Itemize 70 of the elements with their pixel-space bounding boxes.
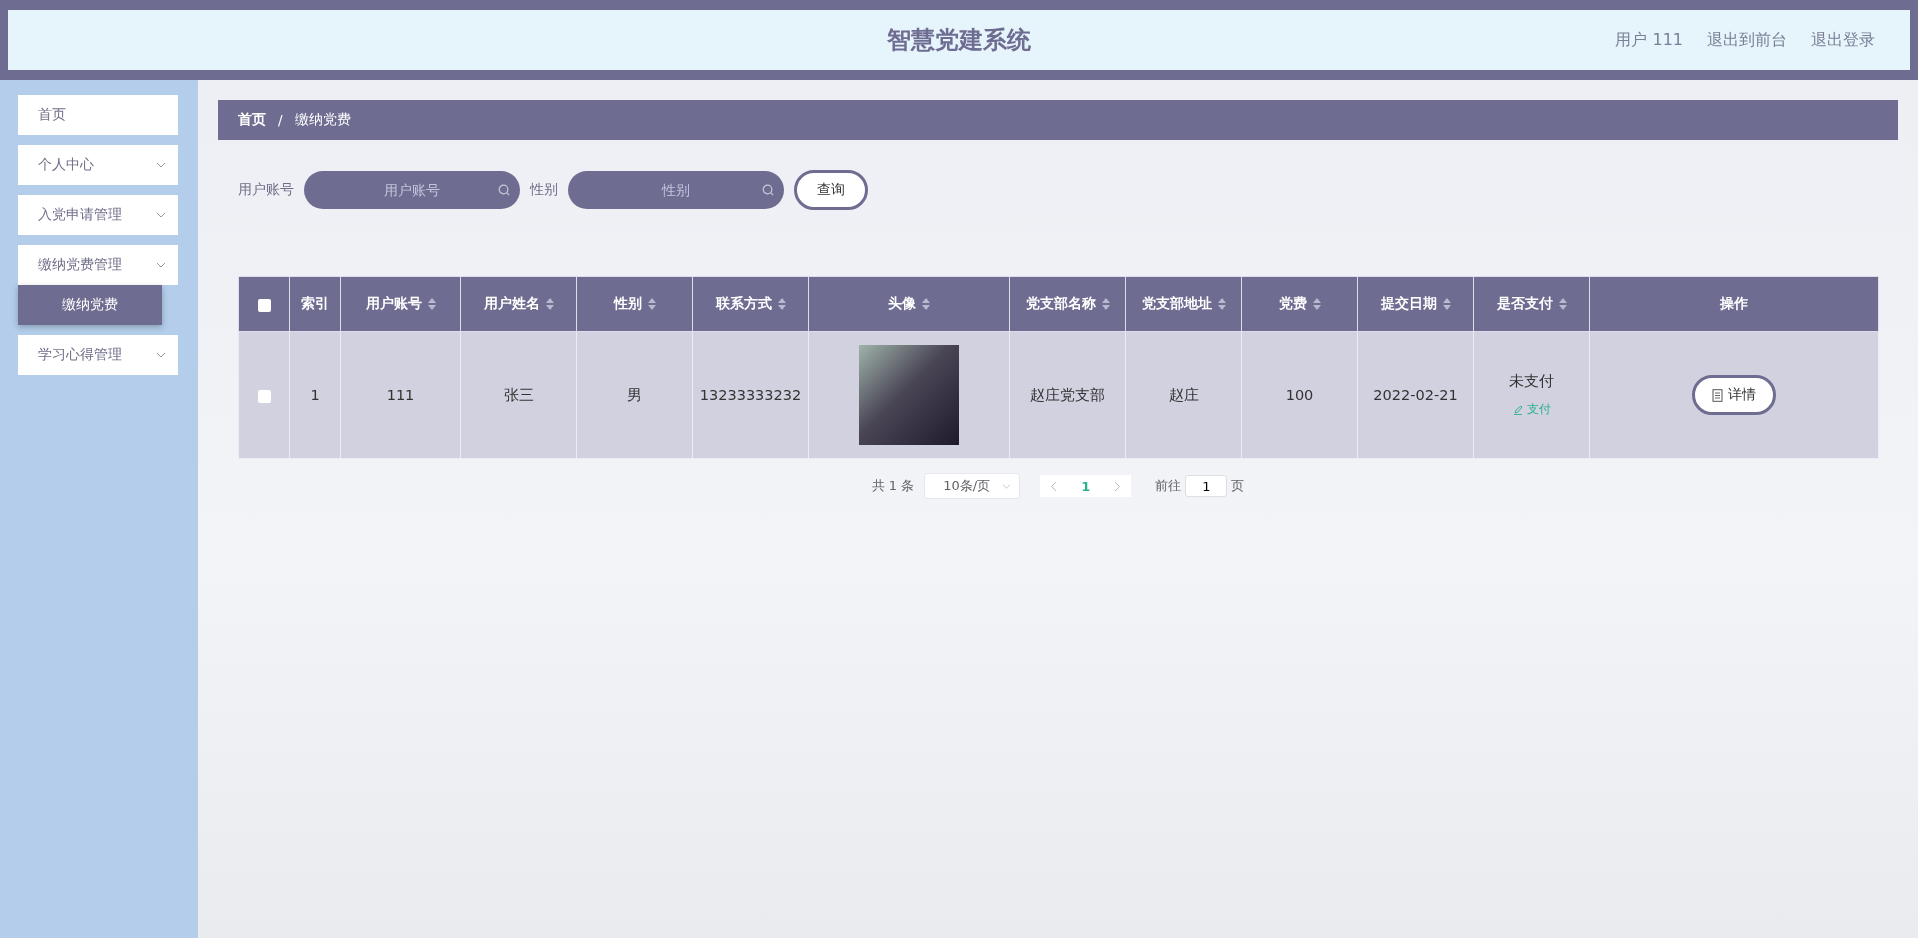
search-icon <box>762 184 774 196</box>
sidebar-item[interactable]: 学习心得管理 <box>18 335 178 375</box>
sort-icon <box>427 298 436 310</box>
table-cell: 1 <box>289 331 341 459</box>
header-link[interactable]: 退出登录 <box>1811 29 1875 51</box>
sort-icon <box>1442 298 1451 310</box>
column-header[interactable]: 是否支付 <box>1473 276 1590 332</box>
column-header[interactable]: 头像 <box>808 276 1010 332</box>
breadcrumb-item: 缴纳党费 <box>294 111 351 129</box>
breadcrumb-item[interactable]: 首页 <box>238 111 266 129</box>
column-header[interactable]: 用户账号 <box>340 276 461 332</box>
goto-label: 前往 <box>1155 477 1182 495</box>
chevron-down-icon <box>156 162 166 168</box>
user-label: 用户 111 <box>1615 29 1683 51</box>
page-input[interactable]: 1 <box>1185 475 1228 497</box>
checkbox[interactable] <box>257 298 271 312</box>
sidebar-item[interactable]: 个人中心 <box>18 145 178 185</box>
column-header: 操作 <box>1589 276 1879 332</box>
app-title: 智慧党建系统 <box>887 25 1031 56</box>
next-page-icon[interactable] <box>1114 480 1122 492</box>
field-label: 性别 <box>530 181 558 199</box>
table-cell: 赵庄 <box>1125 331 1242 459</box>
sort-icon <box>1312 298 1321 310</box>
chevron-down-icon <box>156 262 166 268</box>
table-cell: 13233333232 <box>692 331 809 459</box>
column-header[interactable]: 党费 <box>1241 276 1358 332</box>
page-size-select[interactable]: 10条/页 <box>924 473 1021 499</box>
column-header[interactable]: 性别 <box>576 276 693 332</box>
column-header: 索引 <box>289 276 341 332</box>
sort-icon <box>545 298 554 310</box>
payment-status: 未支付 <box>1509 372 1554 391</box>
sidebar-item[interactable]: 首页 <box>18 95 178 135</box>
chevron-down-icon <box>1002 483 1012 489</box>
sidebar-item[interactable]: 入党申请管理 <box>18 195 178 235</box>
search-field[interactable]: 用户账号 <box>304 171 520 209</box>
total-count: 共 1 条 <box>871 477 915 495</box>
sort-icon <box>777 298 786 310</box>
chevron-down-icon <box>156 212 166 218</box>
search-icon <box>498 184 510 196</box>
table-cell: 100 <box>1241 331 1358 459</box>
page-suffix: 页 <box>1231 477 1245 495</box>
table-cell: 2022-02-21 <box>1357 331 1474 459</box>
sort-icon <box>1101 298 1110 310</box>
column-header[interactable]: 联系方式 <box>692 276 809 332</box>
document-icon <box>1712 388 1723 402</box>
column-header[interactable]: 用户姓名 <box>460 276 577 332</box>
column-header[interactable]: 党支部地址 <box>1125 276 1242 332</box>
sort-icon <box>1558 298 1567 310</box>
header-link[interactable]: 退出到前台 <box>1707 29 1787 51</box>
table-cell: 男 <box>576 331 693 459</box>
query-button[interactable]: 查询 <box>794 170 868 210</box>
sidebar-item[interactable]: 缴纳党费管理 <box>18 245 178 285</box>
field-label: 用户账号 <box>238 181 294 199</box>
chevron-down-icon <box>156 352 166 358</box>
column-header[interactable]: 党支部名称 <box>1009 276 1126 332</box>
column-header[interactable]: 提交日期 <box>1357 276 1474 332</box>
sidebar-subitem[interactable]: 缴纳党费 <box>18 285 162 325</box>
search-field[interactable]: 性别 <box>568 171 784 209</box>
table-cell: 111 <box>340 331 461 459</box>
pencil-icon <box>1512 404 1523 415</box>
table-cell: 赵庄党支部 <box>1009 331 1126 459</box>
checkbox[interactable] <box>257 389 271 403</box>
sort-icon <box>922 298 930 310</box>
page-number[interactable]: 1 <box>1081 478 1091 494</box>
sort-icon <box>647 298 656 310</box>
previous-page-icon[interactable] <box>1050 480 1058 492</box>
breadcrumb-separator: / <box>278 112 283 128</box>
sort-icon <box>1217 298 1226 310</box>
table-cell: 张三 <box>460 331 577 459</box>
detail-button[interactable]: 详情 <box>1692 375 1776 415</box>
